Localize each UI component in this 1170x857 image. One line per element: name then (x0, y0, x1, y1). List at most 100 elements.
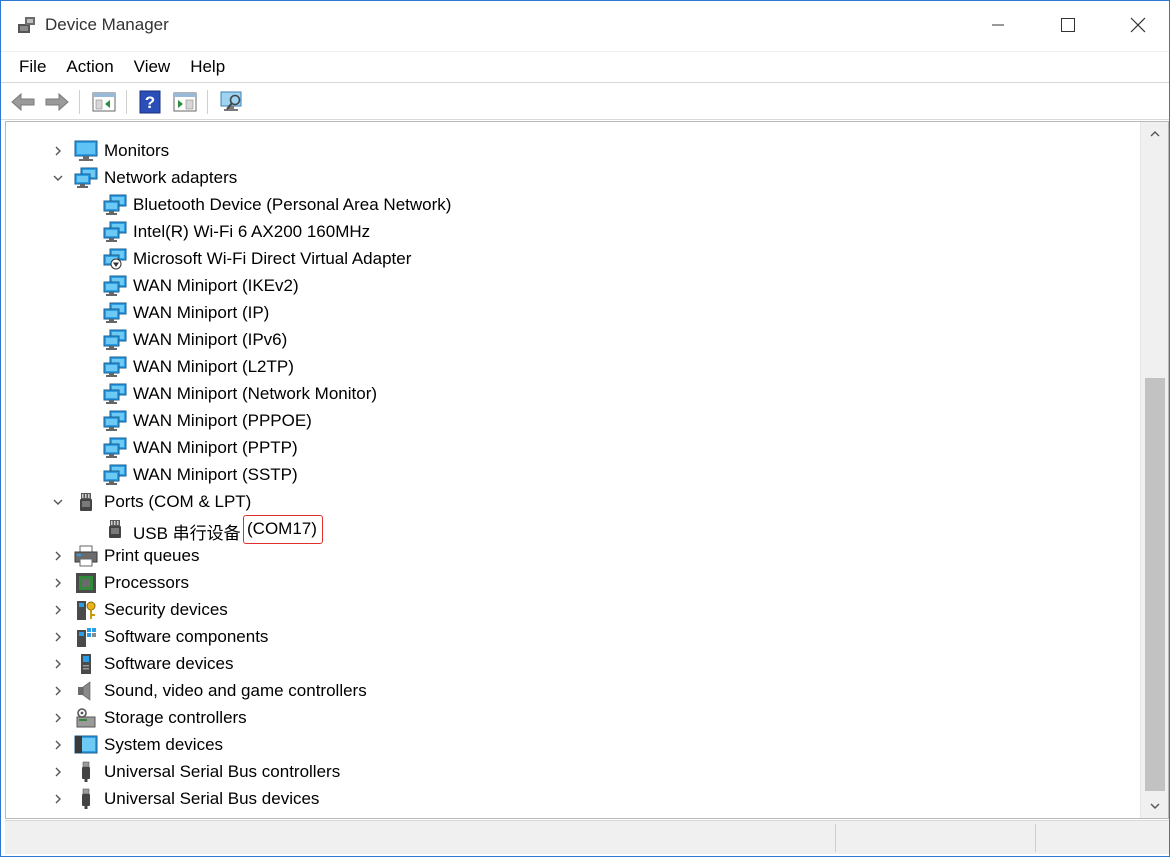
tree-category-node[interactable]: Universal Serial Bus devices (6, 786, 1126, 813)
tree-category-node[interactable]: Network adapters (6, 165, 1126, 192)
expand-toggle[interactable] (52, 766, 64, 778)
tree-device-node[interactable]: WAN Miniport (PPTP) (6, 435, 1126, 462)
tree-device-node[interactable]: USB 串行设备 (COM17) (6, 515, 1126, 544)
network-adapter-icon (103, 464, 127, 486)
show-hide-tree-button[interactable] (90, 88, 118, 116)
title-bar[interactable]: Device Manager (1, 1, 1169, 49)
expand-toggle[interactable] (52, 685, 64, 697)
chevron-right-icon (55, 632, 61, 642)
scroll-down-button[interactable] (1141, 794, 1168, 818)
help-button[interactable]: ? (136, 88, 164, 116)
chevron-up-icon (1150, 131, 1160, 137)
tree-device-node[interactable]: WAN Miniport (PPPOE) (6, 408, 1126, 435)
collapse-toggle[interactable] (52, 172, 64, 184)
network-adapter-icon (74, 167, 98, 189)
expand-toggle[interactable] (52, 658, 64, 670)
tree-device-node[interactable]: Bluetooth Device (Personal Area Network) (6, 192, 1126, 219)
tree-node-label: USB 串行设备 (133, 524, 241, 543)
tree-device-node[interactable]: WAN Miniport (IKEv2) (6, 273, 1126, 300)
tree-category-node[interactable]: Software devices (6, 651, 1126, 678)
tree-category-node[interactable]: Print queues (6, 543, 1126, 570)
network-adapter-icon (103, 194, 127, 216)
tree-category-node[interactable]: Sound, video and game controllers (6, 678, 1126, 705)
tree-device-node[interactable]: WAN Miniport (Network Monitor) (6, 381, 1126, 408)
toolbar-separator (207, 90, 208, 114)
scan-hardware-button[interactable] (218, 88, 246, 116)
tree-device-node[interactable]: WAN Miniport (IPv6) (6, 327, 1126, 354)
expand-toggle[interactable] (52, 631, 64, 643)
processor-icon (74, 572, 98, 594)
tree-category-node[interactable]: Storage controllers (6, 705, 1126, 732)
menu-file[interactable]: File (9, 52, 56, 82)
tree-category-node[interactable]: System devices (6, 732, 1126, 759)
tree-node-label: Sound, video and game controllers (104, 681, 367, 700)
expand-toggle[interactable] (52, 577, 64, 589)
menu-help[interactable]: Help (180, 52, 235, 82)
expand-toggle[interactable] (52, 793, 64, 805)
scroll-up-button[interactable] (1141, 122, 1168, 146)
back-button[interactable] (9, 88, 37, 116)
expand-toggle[interactable] (52, 739, 64, 751)
tree-category-node[interactable]: Monitors (6, 138, 1126, 165)
tree-node-label: Bluetooth Device (Personal Area Network) (133, 195, 452, 214)
tree-device-node[interactable]: WAN Miniport (L2TP) (6, 354, 1126, 381)
chevron-right-icon (55, 740, 61, 750)
vertical-scrollbar[interactable] (1140, 122, 1168, 818)
toolbar: ? (1, 84, 1169, 120)
network-adapter-icon (103, 275, 127, 297)
network-adapter-disabled-icon (103, 248, 127, 270)
show-hide-tree-icon (92, 92, 116, 112)
port-icon (74, 491, 98, 513)
expand-toggle[interactable] (52, 145, 64, 157)
network-adapter-icon (103, 221, 127, 243)
usb-icon (74, 761, 98, 783)
window-title: Device Manager (45, 15, 169, 34)
tree-node-label: WAN Miniport (SSTP) (133, 465, 298, 484)
menu-action[interactable]: Action (56, 52, 123, 82)
minimize-button[interactable] (963, 1, 1033, 49)
tree-node-label: Software components (104, 627, 269, 646)
scan-hardware-icon (220, 91, 242, 111)
expand-toggle[interactable] (52, 712, 64, 724)
chevron-right-icon (55, 578, 61, 588)
tree-device-node[interactable]: WAN Miniport (IP) (6, 300, 1126, 327)
device-manager-window: Device Manager File Action View Help ? M… (0, 0, 1170, 857)
tree-node-label: WAN Miniport (IPv6) (133, 330, 288, 349)
speaker-icon (74, 680, 98, 702)
forward-button[interactable] (43, 88, 71, 116)
tree-node-label: WAN Miniport (IKEv2) (133, 276, 299, 295)
printer-icon (74, 545, 98, 567)
device-manager-app-icon (17, 15, 37, 35)
expand-toggle[interactable] (52, 550, 64, 562)
tree-node-label: Processors (104, 573, 190, 592)
network-adapter-icon (103, 356, 127, 378)
scrollbar-thumb[interactable] (1145, 378, 1165, 791)
tree-node-label: Monitors (104, 141, 170, 160)
expand-toggle[interactable] (52, 604, 64, 616)
monitor-icon (74, 140, 98, 162)
chevron-down-icon (1150, 803, 1160, 809)
chevron-down-icon (53, 175, 63, 181)
properties-button[interactable] (171, 88, 199, 116)
usb-icon (74, 788, 98, 810)
tree-category-node[interactable]: Security devices (6, 597, 1126, 624)
tree-node-label: WAN Miniport (L2TP) (133, 357, 294, 376)
tree-category-node[interactable]: Software components (6, 624, 1126, 651)
tree-category-node[interactable]: Ports (COM & LPT) (6, 489, 1126, 516)
software-component-icon (74, 626, 98, 648)
close-button[interactable] (1103, 1, 1170, 49)
tree-device-node[interactable]: Intel(R) Wi-Fi 6 AX200 160MHz (6, 219, 1126, 246)
collapse-toggle[interactable] (52, 496, 64, 508)
forward-arrow-icon (45, 92, 69, 112)
chevron-right-icon (55, 605, 61, 615)
device-tree[interactable]: Monitors Network adapters Bluetooth Device… (6, 122, 1140, 818)
maximize-button[interactable] (1033, 1, 1103, 49)
chevron-down-icon (53, 499, 63, 505)
tree-device-node[interactable]: WAN Miniport (SSTP) (6, 462, 1126, 489)
tree-device-node[interactable]: Microsoft Wi-Fi Direct Virtual Adapter (6, 246, 1126, 273)
network-adapter-icon (103, 410, 127, 432)
tree-category-node[interactable]: Universal Serial Bus controllers (6, 759, 1126, 786)
tree-category-node[interactable]: Processors (6, 570, 1126, 597)
menu-view[interactable]: View (124, 52, 181, 82)
chevron-right-icon (55, 146, 61, 156)
